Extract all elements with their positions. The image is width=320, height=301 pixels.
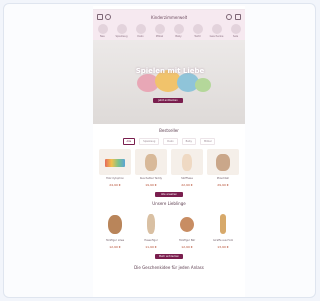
hero-toy-image — [195, 78, 211, 92]
product-price: 12,90 € — [181, 245, 193, 249]
product-image — [135, 149, 167, 175]
tab-all[interactable]: Alle — [122, 138, 136, 145]
bestseller-section: Bestseller Alle Spielzeug Deko Baby Möbe… — [93, 124, 245, 145]
tab-decor[interactable]: Deko — [163, 138, 178, 145]
category-image — [192, 24, 203, 34]
product-image — [99, 211, 131, 237]
bestseller-tabs: Alle Spielzeug Deko Baby Möbel — [99, 138, 239, 145]
product-card[interactable]: Holzfigur Bär 12,90 € — [171, 211, 203, 249]
tab-baby[interactable]: Baby — [181, 138, 196, 145]
product-card[interactable]: Plüschbär 29,90 € — [207, 149, 239, 187]
product-price: 13,90 € — [217, 245, 229, 249]
hero-title: Spielen mit Liebe — [135, 67, 205, 75]
category-image — [97, 24, 108, 34]
product-image — [207, 149, 239, 175]
product-image — [135, 211, 167, 237]
category-item[interactable]: Möbel — [152, 24, 167, 40]
more-button[interactable]: Mehr entdecken — [155, 254, 183, 259]
product-card[interactable]: Kuscheltier Teddy 19,90 € — [135, 149, 167, 187]
category-image — [116, 24, 127, 34]
category-item[interactable]: Deko — [133, 24, 148, 40]
product-price: 19,90 € — [145, 183, 157, 187]
section-title: Bestseller — [159, 128, 179, 133]
cart-icon[interactable] — [235, 14, 241, 20]
category-item[interactable]: Textil — [190, 24, 205, 40]
favorites-section: Unsere Lieblinge — [93, 197, 245, 207]
product-card[interactable]: Giraffe aus Holz 13,90 € — [207, 211, 239, 249]
hero-cta-button[interactable]: Jetzt entdecken — [153, 98, 183, 103]
category-image — [230, 24, 241, 34]
site-header: Kinderzimmerwelt Neu Spielzeug Deko Möbe… — [93, 10, 245, 40]
category-item[interactable]: Geschenke — [209, 24, 224, 40]
bestseller-grid: Holz Xylophon 24,90 € Kuscheltier Teddy … — [93, 145, 245, 187]
account-icon[interactable] — [226, 14, 232, 20]
site-logo[interactable]: Kinderzimmerwelt — [151, 14, 187, 21]
hero-banner: Spielen mit Liebe Jetzt entdecken — [93, 40, 245, 124]
web-page: Kinderzimmerwelt Neu Spielzeug Deko Möbe… — [93, 6, 245, 297]
category-nav: Neu Spielzeug Deko Möbel Baby Textil Ges… — [95, 24, 243, 40]
category-image — [135, 24, 146, 34]
category-image — [154, 24, 165, 34]
gift-section-title: Die Geschenkidee für jeden Anlass — [134, 265, 204, 270]
product-price: 22,90 € — [181, 183, 193, 187]
product-card[interactable]: Holzfigur Löwe 12,90 € — [99, 211, 131, 249]
menu-icon[interactable] — [97, 14, 103, 20]
product-price: 12,90 € — [109, 245, 121, 249]
search-icon[interactable] — [105, 14, 111, 20]
category-image — [211, 24, 222, 34]
product-image — [99, 149, 131, 175]
category-item[interactable]: Spielzeug — [114, 24, 129, 40]
product-card[interactable]: Stoffhase 22,90 € — [171, 149, 203, 187]
product-image — [171, 211, 203, 237]
category-item[interactable]: Neu — [95, 24, 110, 40]
tab-furniture[interactable]: Möbel — [199, 138, 216, 145]
tab-toys[interactable]: Spielzeug — [139, 138, 160, 145]
category-image — [173, 24, 184, 34]
product-image — [207, 211, 239, 237]
product-price: 11,90 € — [145, 245, 157, 249]
product-card[interactable]: Hasenfigur 11,90 € — [135, 211, 167, 249]
product-card[interactable]: Holz Xylophon 24,90 € — [99, 149, 131, 187]
screenshot-frame: Kinderzimmerwelt Neu Spielzeug Deko Möbe… — [3, 3, 316, 298]
category-item[interactable]: Sale — [228, 24, 243, 40]
product-price: 29,90 € — [217, 183, 229, 187]
product-price: 24,90 € — [109, 183, 121, 187]
category-item[interactable]: Baby — [171, 24, 186, 40]
product-image — [171, 149, 203, 175]
favorites-grid: Holzfigur Löwe 12,90 € Hasenfigur 11,90 … — [93, 207, 245, 249]
